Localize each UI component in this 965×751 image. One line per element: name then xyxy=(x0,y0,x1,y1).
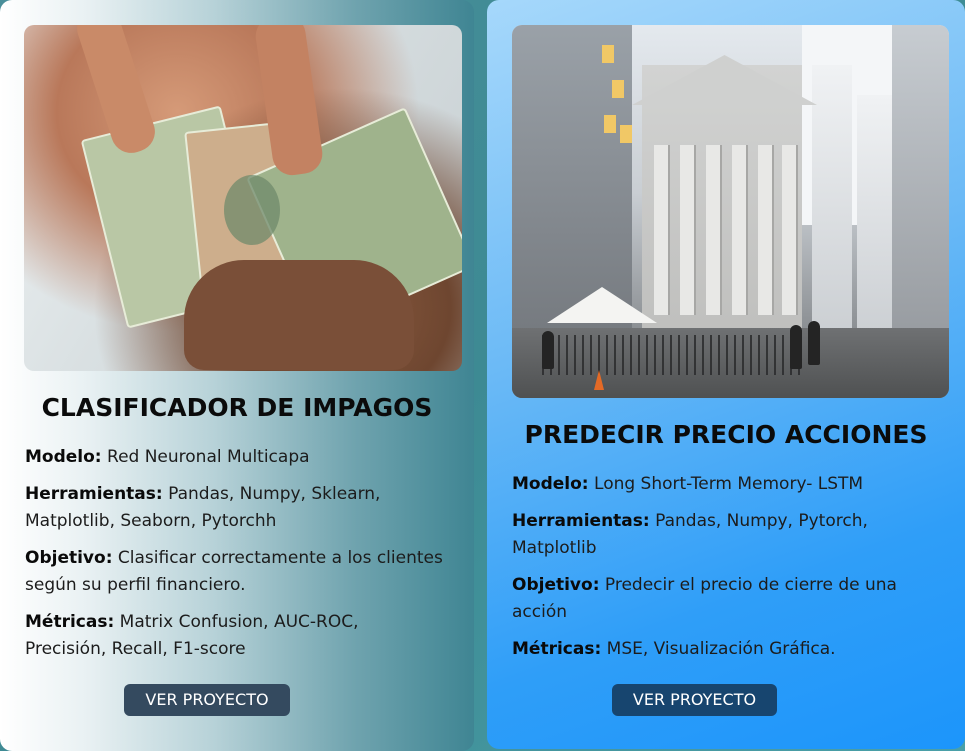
person-shape xyxy=(542,331,554,369)
column-shape xyxy=(706,145,720,315)
card-title: CLASIFICADOR DE IMPAGOS xyxy=(41,393,433,422)
banknote-portrait xyxy=(224,175,280,245)
card-field-modelo: Modelo: Red Neuronal Multicapa xyxy=(25,444,455,471)
card-field-modelo: Modelo: Long Short-Term Memory- LSTM xyxy=(512,471,942,498)
field-value: MSE, Visualización Gráfica. xyxy=(606,639,836,659)
card-field-herramientas: Herramientas: Pandas, Numpy, Sklearn, Ma… xyxy=(25,481,445,535)
column-shape xyxy=(732,145,746,315)
field-label: Métricas: xyxy=(512,639,602,659)
field-value: Red Neuronal Multicapa xyxy=(107,447,310,467)
field-label: Modelo: xyxy=(25,447,102,467)
card-field-herramientas: Herramientas: Pandas, Numpy, Pytorch, Ma… xyxy=(512,508,932,562)
card-field-objetivo: Objetivo: Predecir el precio de cierre d… xyxy=(512,572,942,626)
field-label: Herramientas: xyxy=(512,511,650,531)
card-title: PREDECIR PRECIO ACCIONES xyxy=(524,420,928,449)
ver-proyecto-button[interactable]: VER PROYECTO xyxy=(124,684,290,716)
lit-window xyxy=(612,80,624,98)
card-field-objetivo: Objetivo: Clasificar correctamente a los… xyxy=(25,545,455,599)
fence-shape xyxy=(542,335,802,375)
tower-shape xyxy=(812,65,852,365)
field-value: Long Short-Term Memory- LSTM xyxy=(594,474,864,494)
field-label: Objetivo: xyxy=(512,575,600,595)
stock-exchange-photo xyxy=(512,25,949,398)
lit-window xyxy=(604,115,616,133)
lit-window xyxy=(620,125,632,143)
column-shape xyxy=(782,145,796,315)
facade-shape xyxy=(642,65,802,365)
person-shape xyxy=(790,325,802,369)
card-field-metricas: Métricas: Matrix Confusion, AUC-ROC, Pre… xyxy=(25,609,445,663)
column-shape xyxy=(758,145,772,315)
column-shape xyxy=(680,145,694,315)
hand-shape xyxy=(184,260,414,370)
field-label: Métricas: xyxy=(25,612,115,632)
person-shape xyxy=(808,321,820,365)
card-field-metricas: Métricas: MSE, Visualización Gráfica. xyxy=(512,636,942,663)
column-shape xyxy=(654,145,668,315)
field-label: Modelo: xyxy=(512,474,589,494)
tower-shape xyxy=(857,95,892,365)
money-photo xyxy=(24,25,462,371)
ver-proyecto-button[interactable]: VER PROYECTO xyxy=(612,684,777,716)
field-label: Objetivo: xyxy=(25,548,113,568)
field-label: Herramientas: xyxy=(25,484,163,504)
lit-window xyxy=(602,45,614,63)
